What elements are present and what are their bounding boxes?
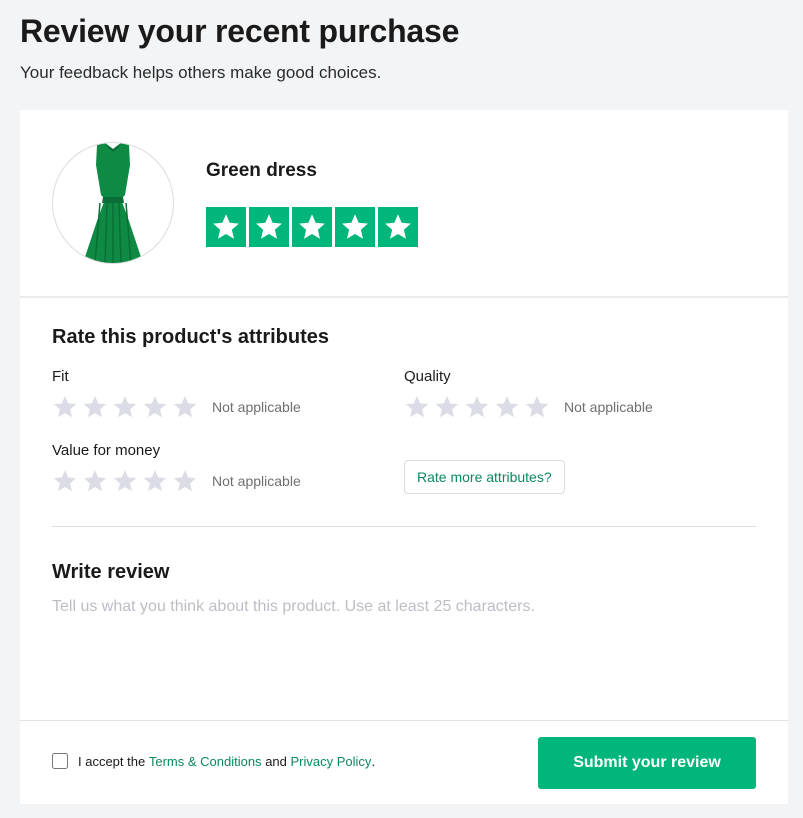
star-icon[interactable]: [112, 394, 138, 420]
not-applicable-label: Not applicable: [212, 473, 301, 489]
star-icon: [385, 214, 411, 239]
rating-star-4[interactable]: [335, 207, 375, 247]
attribute-fit-rating[interactable]: Not applicable: [52, 394, 301, 420]
review-footer: I accept the Terms & Conditions and Priv…: [20, 720, 788, 805]
attribute-quality-rating[interactable]: Not applicable: [404, 394, 653, 420]
star-icon: [299, 214, 325, 239]
star-icon[interactable]: [494, 394, 520, 420]
star-icon[interactable]: [112, 468, 138, 494]
terms-and-conditions-link[interactable]: Terms & Conditions: [149, 754, 262, 769]
star-icon[interactable]: [434, 394, 460, 420]
privacy-policy-link[interactable]: Privacy Policy: [291, 754, 372, 769]
star-icon[interactable]: [404, 394, 430, 420]
star-icon[interactable]: [524, 394, 550, 420]
star-icon: [213, 214, 239, 239]
star-icon[interactable]: [82, 468, 108, 494]
rating-star-5[interactable]: [378, 207, 418, 247]
attribute-quality: Quality Not applicable: [404, 368, 653, 418]
product-name: Green dress: [206, 160, 317, 181]
star-icon[interactable]: [142, 394, 168, 420]
rate-more-attributes-button[interactable]: Rate more attributes?: [404, 460, 565, 494]
submit-review-button[interactable]: Submit your review: [538, 737, 756, 789]
attribute-label: Value for money: [52, 442, 161, 459]
attribute-label: Quality: [404, 368, 451, 385]
review-card: Green dress Rate this product's attribut…: [20, 110, 788, 804]
write-review-heading: Write review: [52, 561, 170, 583]
terms-and-text: and: [265, 753, 287, 769]
not-applicable-label: Not applicable: [212, 399, 301, 415]
terms-suffix-text: .: [371, 753, 376, 769]
star-icon[interactable]: [82, 394, 108, 420]
star-icon[interactable]: [464, 394, 490, 420]
page-subtitle: Your feedback helps others make good cho…: [20, 63, 382, 82]
product-image: [52, 142, 174, 264]
rating-star-3[interactable]: [292, 207, 332, 247]
star-icon[interactable]: [52, 468, 78, 494]
attribute-label: Fit: [52, 368, 69, 385]
attribute-value-for-money-rating[interactable]: Not applicable: [52, 468, 301, 494]
terms-acceptance: I accept the Terms & Conditions and Priv…: [52, 753, 375, 769]
star-icon[interactable]: [142, 468, 168, 494]
section-divider: [52, 526, 756, 527]
attribute-fit: Fit Not applicable: [52, 368, 301, 418]
star-icon[interactable]: [172, 394, 198, 420]
product-star-rating[interactable]: [206, 207, 418, 247]
green-dress-image: [83, 143, 143, 263]
star-icon: [256, 214, 282, 239]
star-icon: [342, 214, 368, 239]
not-applicable-label: Not applicable: [564, 399, 653, 415]
terms-checkbox[interactable]: [52, 753, 68, 769]
star-icon[interactable]: [172, 468, 198, 494]
attributes-heading: Rate this product's attributes: [52, 326, 330, 348]
terms-prefix-text: I accept the: [78, 753, 146, 769]
product-section: Green dress: [20, 110, 788, 298]
page-title: Review your recent purchase: [20, 13, 460, 49]
review-textarea[interactable]: [52, 598, 756, 698]
rating-star-2[interactable]: [249, 207, 289, 247]
star-icon[interactable]: [52, 394, 78, 420]
rating-star-1[interactable]: [206, 207, 246, 247]
attribute-value-for-money: Value for money Not applicable: [52, 442, 301, 492]
